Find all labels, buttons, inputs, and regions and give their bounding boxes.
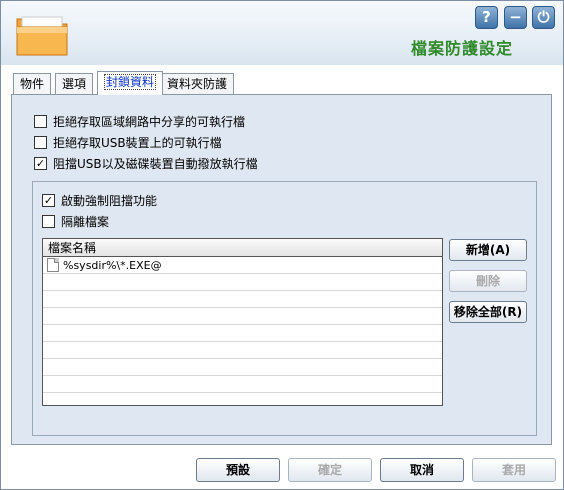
list-item-empty xyxy=(43,308,442,325)
list-item-empty xyxy=(43,325,442,342)
file-icon xyxy=(47,258,59,272)
help-button[interactable]: ? xyxy=(475,6,498,29)
tab-options[interactable]: 選項 xyxy=(55,73,94,94)
checkbox-box: ✓ xyxy=(42,193,55,207)
tab-label: 物件 xyxy=(20,77,45,91)
power-button[interactable]: ⏻ xyxy=(532,6,555,29)
checkbox-label: 阻擋USB以及磁碟裝置自動撥放執行檔 xyxy=(53,156,258,171)
apply-button[interactable]: 套用 xyxy=(472,458,556,482)
list-item[interactable]: %sysdir%\*.EXE@ xyxy=(43,257,442,274)
checkbox-box xyxy=(42,214,55,228)
default-button[interactable]: 預設 xyxy=(196,458,280,482)
cancel-button[interactable]: 取消 xyxy=(380,458,464,482)
window-title: 檔案防護設定 xyxy=(410,39,513,58)
ok-button[interactable]: 確定 xyxy=(288,458,372,482)
list-item-empty xyxy=(43,342,442,359)
checkbox-box xyxy=(34,135,47,149)
deny-lan-executables-checkbox[interactable]: 拒絕存取區域網路中分享的可執行檔 xyxy=(34,113,245,129)
tab-objects[interactable]: 物件 xyxy=(13,73,52,94)
checkbox-label: 拒絕存取區域網路中分享的可執行檔 xyxy=(53,114,246,129)
tab-block-data[interactable]: 封鎖資料 xyxy=(97,71,164,95)
checkbox-box: ✓ xyxy=(34,156,47,170)
force-block-checkbox[interactable]: ✓ 啟動強制阻擋功能 xyxy=(42,192,157,208)
autorun-group: ✓ 啟動強制阻擋功能 隔離檔案 檔案名稱 %sysdir%\*.EXE@ 新增(… xyxy=(32,181,537,436)
remove-all-button[interactable]: 移除全部(R) xyxy=(449,301,527,323)
checkbox-label: 隔離檔案 xyxy=(61,214,110,229)
list-item-empty xyxy=(43,359,442,376)
header-bar: ? − ⏻ 檔案防護設定 xyxy=(1,1,563,65)
tab-folder-protection[interactable]: 資料夾防護 xyxy=(160,73,235,94)
list-item-empty xyxy=(43,376,442,393)
tab-label: 選項 xyxy=(62,77,87,91)
checkbox-label: 啟動強制阻擋功能 xyxy=(61,193,158,208)
checkbox-box xyxy=(34,114,47,128)
tab-panel: 拒絕存取區域網路中分享的可執行檔 拒絕存取USB裝置上的可執行檔 ✓ 阻擋USB… xyxy=(11,94,552,445)
add-button[interactable]: 新增(A) xyxy=(449,239,527,261)
delete-button[interactable]: 刪除 xyxy=(449,270,527,292)
tab-label: 封鎖資料 xyxy=(104,74,157,90)
block-autorun-checkbox[interactable]: ✓ 阻擋USB以及磁碟裝置自動撥放執行檔 xyxy=(34,155,258,171)
file-pattern: %sysdir%\*.EXE@ xyxy=(63,258,162,272)
quarantine-checkbox[interactable]: 隔離檔案 xyxy=(42,213,109,229)
tab-label: 資料夾防護 xyxy=(167,77,228,91)
deny-usb-executables-checkbox[interactable]: 拒絕存取USB裝置上的可執行檔 xyxy=(34,134,222,150)
minimize-button[interactable]: − xyxy=(504,6,527,29)
checkbox-label: 拒絕存取USB裝置上的可執行檔 xyxy=(53,135,222,150)
settings-window: ? − ⏻ 檔案防護設定 物件 選項 封鎖資料 資料夾防護 拒絕存取區域網路中分… xyxy=(0,0,564,490)
file-list[interactable]: 檔案名稱 %sysdir%\*.EXE@ xyxy=(42,238,443,406)
list-item-empty xyxy=(43,393,442,405)
file-name-column-header[interactable]: 檔案名稱 xyxy=(43,239,442,257)
list-item-empty xyxy=(43,274,442,291)
folder-icon xyxy=(16,16,68,56)
list-item-empty xyxy=(43,291,442,308)
